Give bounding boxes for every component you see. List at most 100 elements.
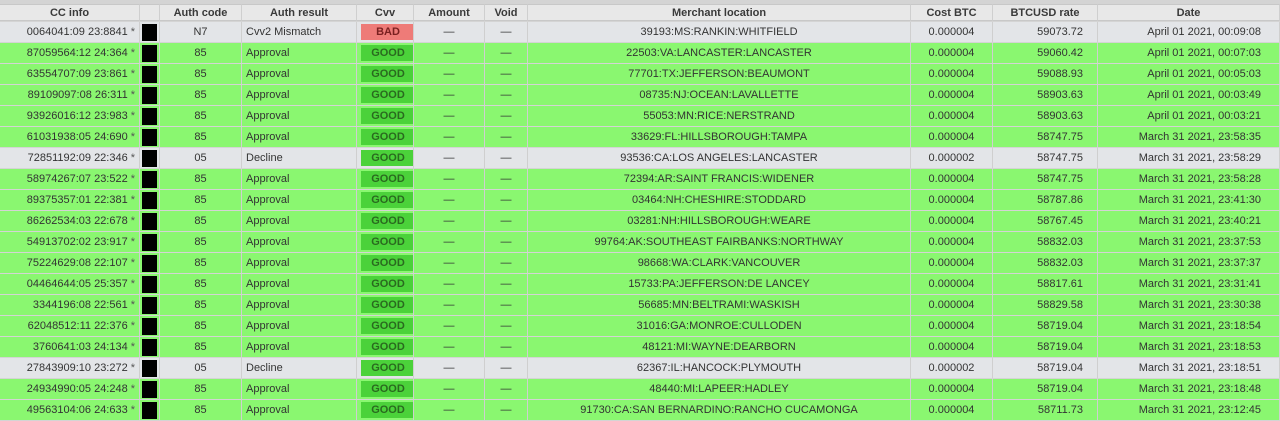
column-header-btcusd-rate[interactable]: BTCUSD rate: [993, 4, 1098, 21]
table-row[interactable]: 58974267:07 23:522 * 85 Approval GOOD — —72394…: [0, 169, 1280, 189]
cc-star-marker: *: [130, 173, 135, 185]
date-cell: March 31 2021, 23:58:29: [1098, 148, 1280, 168]
void-cell: —: [485, 295, 528, 315]
cvv-status-badge: GOOD: [361, 150, 413, 166]
btcusd-rate-cell: 58903.63: [993, 106, 1098, 126]
table-row[interactable]: 86262534:03 22:678 * 85 Approval GOOD — —03281…: [0, 211, 1280, 231]
column-header-date[interactable]: Date: [1098, 4, 1280, 21]
cc-info-cell[interactable]: 93926016:12 23:983 *: [0, 106, 140, 126]
cvv-cell: GOOD: [357, 169, 414, 189]
cc-star-marker: *: [130, 236, 135, 248]
cvv-status-badge: GOOD: [361, 171, 413, 187]
btcusd-rate-cell: 59088.93: [993, 64, 1098, 84]
merchant-location-cell: 62367:IL:HANCOCK:PLYMOUTH: [528, 358, 911, 378]
column-header-amount[interactable]: Amount: [414, 4, 485, 21]
column-header-cc-info[interactable]: CC info: [0, 4, 140, 21]
cc-info-text: 62048512:11 22:376: [27, 320, 128, 332]
table-row[interactable]: 24934990:05 24:248 * 85 Approval GOOD — —48440…: [0, 379, 1280, 399]
auth-code-cell: 85: [160, 274, 242, 294]
table-row[interactable]: 93926016:12 23:983 * 85 Approval GOOD — —55053…: [0, 106, 1280, 126]
cc-info-cell[interactable]: 89375357:01 22:381 *: [0, 190, 140, 210]
cc-info-cell[interactable]: 62048512:11 22:376 *: [0, 316, 140, 336]
cvv-cell: GOOD: [357, 106, 414, 126]
cc-info-cell[interactable]: 3760641:03 24:134 *: [0, 337, 140, 357]
cc-info-cell[interactable]: 72851192:09 22:346 *: [0, 148, 140, 168]
cc-info-text: 49563104:06 24:633: [26, 404, 128, 416]
cc-info-cell[interactable]: 58974267:07 23:522 *: [0, 169, 140, 189]
date-cell: March 31 2021, 23:58:28: [1098, 169, 1280, 189]
cc-info-cell[interactable]: 61031938:05 24:690 *: [0, 127, 140, 147]
auth-code-cell: 85: [160, 190, 242, 210]
redacted-block: [142, 44, 157, 62]
table-row[interactable]: 72851192:09 22:346 * 05 Decline GOOD — —93536:…: [0, 148, 1280, 168]
cc-info-cell[interactable]: 63554707:09 23:861 *: [0, 64, 140, 84]
cc-info-cell[interactable]: 24934990:05 24:248 *: [0, 379, 140, 399]
void-cell: —: [485, 85, 528, 105]
table-row[interactable]: 89375357:01 22:381 * 85 Approval GOOD — —03464…: [0, 190, 1280, 210]
auth-code-cell: 05: [160, 358, 242, 378]
column-header-merchant-location[interactable]: Merchant location: [528, 4, 911, 21]
table-row[interactable]: 63554707:09 23:861 * 85 Approval GOOD — —77701…: [0, 64, 1280, 84]
table-row[interactable]: 3344196:08 22:561 * 85 Approval GOOD — —56685:…: [0, 295, 1280, 315]
date-cell: April 01 2021, 00:07:03: [1098, 43, 1280, 63]
swatch-cell: [140, 232, 160, 252]
table-row[interactable]: 62048512:11 22:376 * 85 Approval GOOD — —31016…: [0, 316, 1280, 336]
cc-info-text: 61031938:05 24:690: [26, 131, 128, 143]
cvv-cell: GOOD: [357, 190, 414, 210]
column-header-void[interactable]: Void: [485, 4, 528, 21]
cc-info-cell[interactable]: 86262534:03 22:678 *: [0, 211, 140, 231]
amount-cell: —: [414, 169, 485, 189]
cc-info-cell[interactable]: 3344196:08 22:561 *: [0, 295, 140, 315]
cvv-status-badge: GOOD: [361, 108, 413, 124]
table-row[interactable]: 27843909:10 23:272 * 05 Decline GOOD — —62367:…: [0, 358, 1280, 378]
auth-code-cell: 85: [160, 127, 242, 147]
table-row[interactable]: 04464644:05 25:357 * 85 Approval GOOD — —15733…: [0, 274, 1280, 294]
date-cell: March 31 2021, 23:37:53: [1098, 232, 1280, 252]
date-cell: April 01 2021, 00:03:49: [1098, 85, 1280, 105]
table-row[interactable]: 61031938:05 24:690 * 85 Approval GOOD — —33629…: [0, 127, 1280, 147]
cvv-status-badge: GOOD: [361, 297, 413, 313]
cc-info-cell[interactable]: 87059564:12 24:364 *: [0, 43, 140, 63]
table-row[interactable]: 3760641:03 24:134 * 85 Approval GOOD — —48121:…: [0, 337, 1280, 357]
cc-info-cell[interactable]: 89109097:08 26:311 *: [0, 85, 140, 105]
void-cell: —: [485, 379, 528, 399]
auth-code-cell: 85: [160, 232, 242, 252]
cc-info-cell[interactable]: 75224629:08 22:107 *: [0, 253, 140, 273]
column-header-auth-result[interactable]: Auth result: [242, 4, 357, 21]
amount-cell: —: [414, 253, 485, 273]
table-row[interactable]: 89109097:08 26:311 * 85 Approval GOOD — —08735…: [0, 85, 1280, 105]
date-cell: April 01 2021, 00:05:03: [1098, 64, 1280, 84]
swatch-cell: [140, 295, 160, 315]
amount-cell: —: [414, 316, 485, 336]
cc-info-cell[interactable]: 54913702:02 23:917 *: [0, 232, 140, 252]
redacted-block: [142, 317, 157, 335]
cc-star-marker: *: [130, 362, 135, 374]
cc-info-cell[interactable]: 49563104:06 24:633 *: [0, 400, 140, 420]
cc-info-cell[interactable]: 04464644:05 25:357 *: [0, 274, 140, 294]
cc-info-cell[interactable]: 0064041:09 23:8841 *: [0, 22, 140, 42]
cc-info-cell[interactable]: 27843909:10 23:272 *: [0, 358, 140, 378]
column-header-cvv[interactable]: Cvv: [357, 4, 414, 21]
void-cell: —: [485, 211, 528, 231]
cc-info-text: 3760641:03 24:134: [32, 341, 128, 353]
redacted-block: [142, 65, 157, 83]
table-row[interactable]: 49563104:06 24:633 * 85 Approval GOOD — —91730…: [0, 400, 1280, 420]
void-cell: —: [485, 232, 528, 252]
table-row[interactable]: 87059564:12 24:364 * 85 Approval GOOD — —22503…: [0, 43, 1280, 63]
btcusd-rate-cell: 58817.61: [993, 274, 1098, 294]
auth-result-cell: Approval: [242, 43, 357, 63]
column-header-auth-code[interactable]: Auth code: [160, 4, 242, 21]
table-row[interactable]: 54913702:02 23:917 * 85 Approval GOOD — —99764…: [0, 232, 1280, 252]
date-cell: April 01 2021, 00:03:21: [1098, 106, 1280, 126]
column-header-cost-btc[interactable]: Cost BTC: [911, 4, 993, 21]
cc-info-text: 04464644:05 25:357: [26, 278, 128, 290]
table-row[interactable]: 75224629:08 22:107 * 85 Approval GOOD — —98668…: [0, 253, 1280, 273]
btcusd-rate-cell: 59060.42: [993, 43, 1098, 63]
merchant-location-cell: 99764:AK:SOUTHEAST FAIRBANKS:NORTHWAY: [528, 232, 911, 252]
void-cell: —: [485, 274, 528, 294]
cost-btc-cell: 0.000004: [911, 64, 993, 84]
table-row[interactable]: 0064041:09 23:8841 * N7 Cvv2 Mismatch BAD — —3…: [0, 22, 1280, 42]
merchant-location-cell: 77701:TX:JEFFERSON:BEAUMONT: [528, 64, 911, 84]
merchant-location-cell: 08735:NJ:OCEAN:LAVALLETTE: [528, 85, 911, 105]
auth-result-cell: Approval: [242, 232, 357, 252]
